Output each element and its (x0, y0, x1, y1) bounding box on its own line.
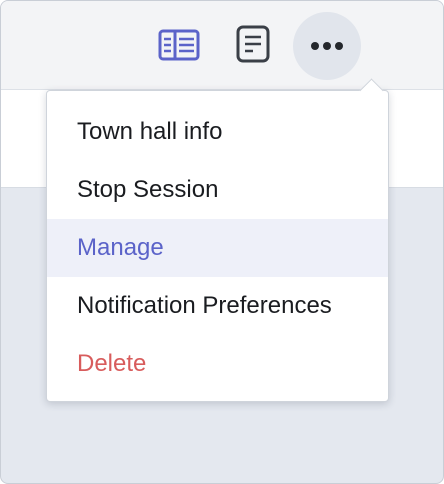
menu-item-manage[interactable]: Manage (47, 219, 388, 277)
app-window: Town hall info Stop Session Manage Notif… (0, 0, 444, 484)
more-options-button[interactable] (293, 12, 361, 80)
notes-button[interactable] (227, 21, 279, 67)
sidebar-toggle-button[interactable] (153, 23, 205, 67)
document-icon (236, 25, 270, 63)
menu-item-town-hall-info[interactable]: Town hall info (47, 103, 388, 161)
toolbar (1, 1, 443, 90)
more-dots-icon (311, 42, 343, 50)
menu-item-notification-preferences[interactable]: Notification Preferences (47, 277, 388, 335)
sidebar-panel-icon (158, 29, 200, 61)
more-options-menu: Town hall info Stop Session Manage Notif… (46, 78, 389, 402)
menu-item-stop-session[interactable]: Stop Session (47, 161, 388, 219)
menu-item-delete[interactable]: Delete (47, 335, 388, 393)
